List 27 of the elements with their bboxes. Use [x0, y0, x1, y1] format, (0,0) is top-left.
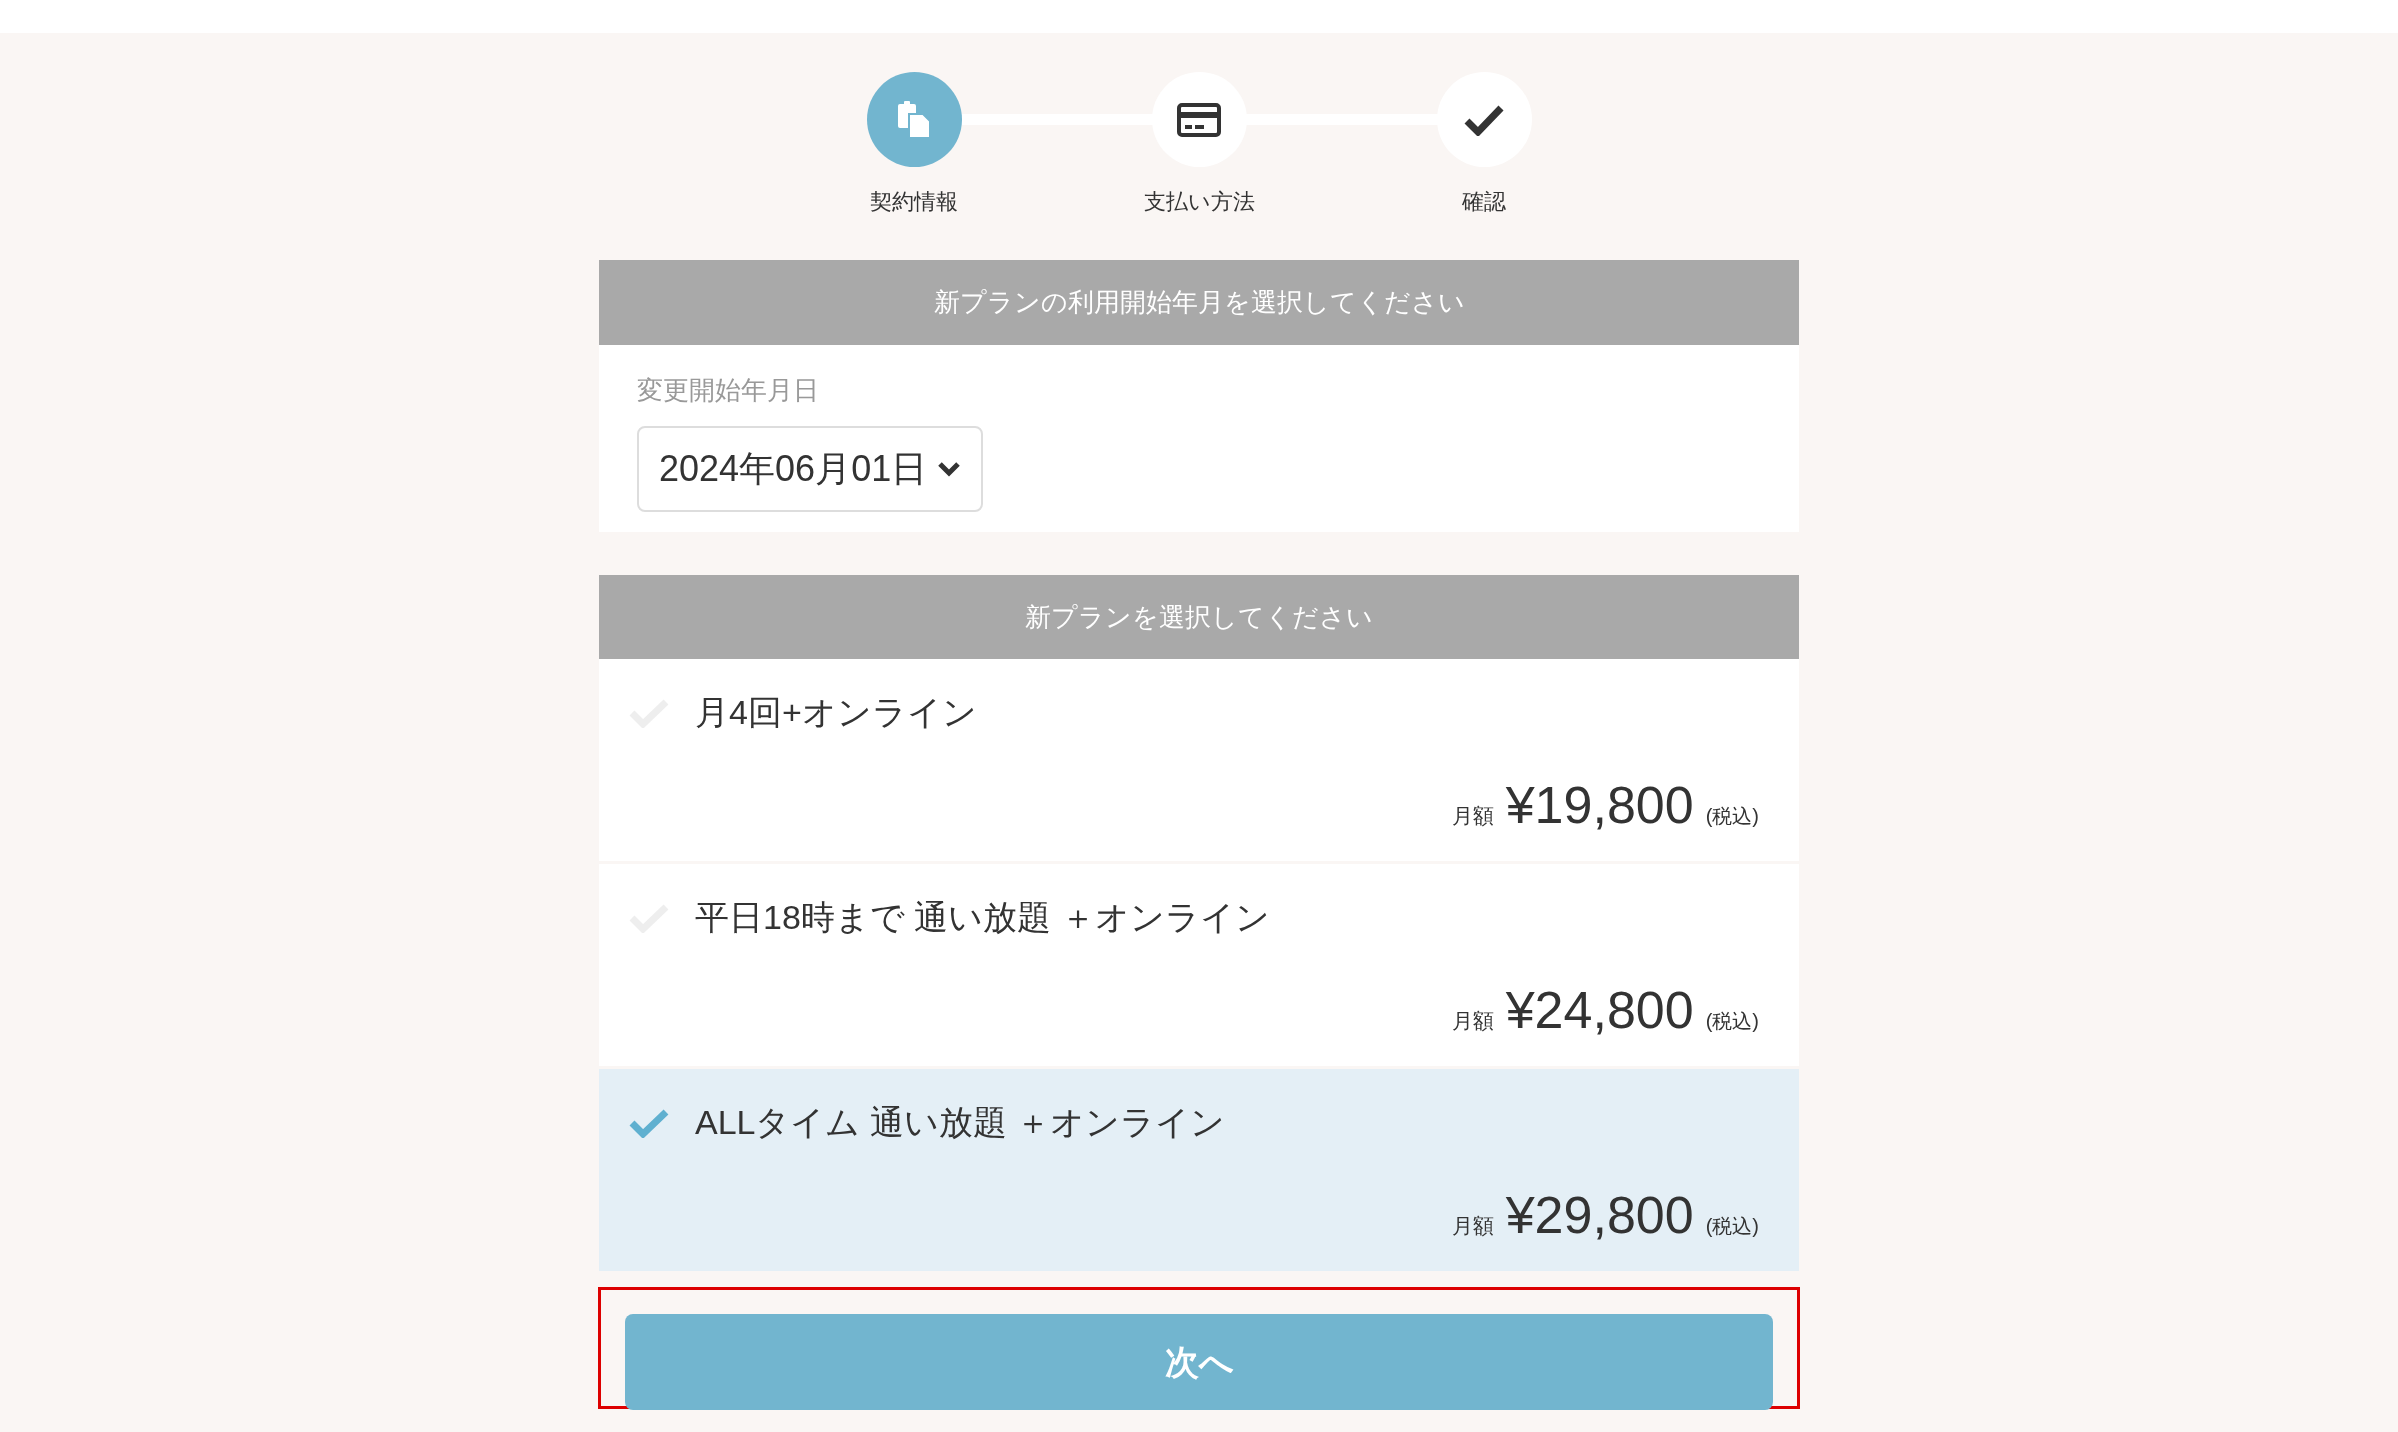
plan-option[interactable]: ALLタイム 通い放題 ＋オンライン 月額 ¥29,800 (税込) — [599, 1069, 1799, 1271]
price-label: 月額 — [1451, 1213, 1494, 1239]
section-header: 新プランを選択してください — [599, 575, 1799, 659]
step-label: 支払い方法 — [1143, 188, 1255, 216]
step-label: 契約情報 — [870, 188, 958, 216]
plan-option[interactable]: 月4回+オンライン 月額 ¥19,800 (税込) — [599, 659, 1799, 861]
checkmark-icon — [1464, 103, 1504, 136]
tax-note: (税込) — [1705, 1214, 1759, 1239]
price-label: 月額 — [1451, 1008, 1494, 1034]
plan-price: ¥29,800 — [1505, 1185, 1694, 1246]
chevron-down-icon — [937, 461, 962, 477]
credit-card-icon — [1177, 102, 1221, 137]
price-label: 月額 — [1451, 803, 1494, 829]
plan-option[interactable]: 平日18時まで 通い放題 ＋オンライン 月額 ¥24,800 (税込) — [599, 864, 1799, 1066]
checkmark-icon — [629, 1107, 669, 1138]
documents-icon — [896, 99, 932, 140]
section-header: 新プランの利用開始年月を選択してください — [599, 260, 1799, 345]
plan-name: ALLタイム 通い放題 ＋オンライン — [695, 1102, 1226, 1143]
step-label: 確認 — [1462, 188, 1506, 216]
tax-note: (税込) — [1705, 804, 1759, 829]
plan-name: 平日18時まで 通い放題 ＋オンライン — [695, 897, 1270, 938]
date-select[interactable]: 2024年06月01日 — [637, 426, 984, 512]
plan-price: ¥19,800 — [1505, 775, 1694, 836]
plan-price: ¥24,800 — [1505, 980, 1694, 1041]
plan-name: 月4回+オンライン — [695, 692, 977, 733]
tax-note: (税込) — [1705, 1009, 1759, 1034]
field-label: 変更開始年月日 — [637, 374, 819, 407]
